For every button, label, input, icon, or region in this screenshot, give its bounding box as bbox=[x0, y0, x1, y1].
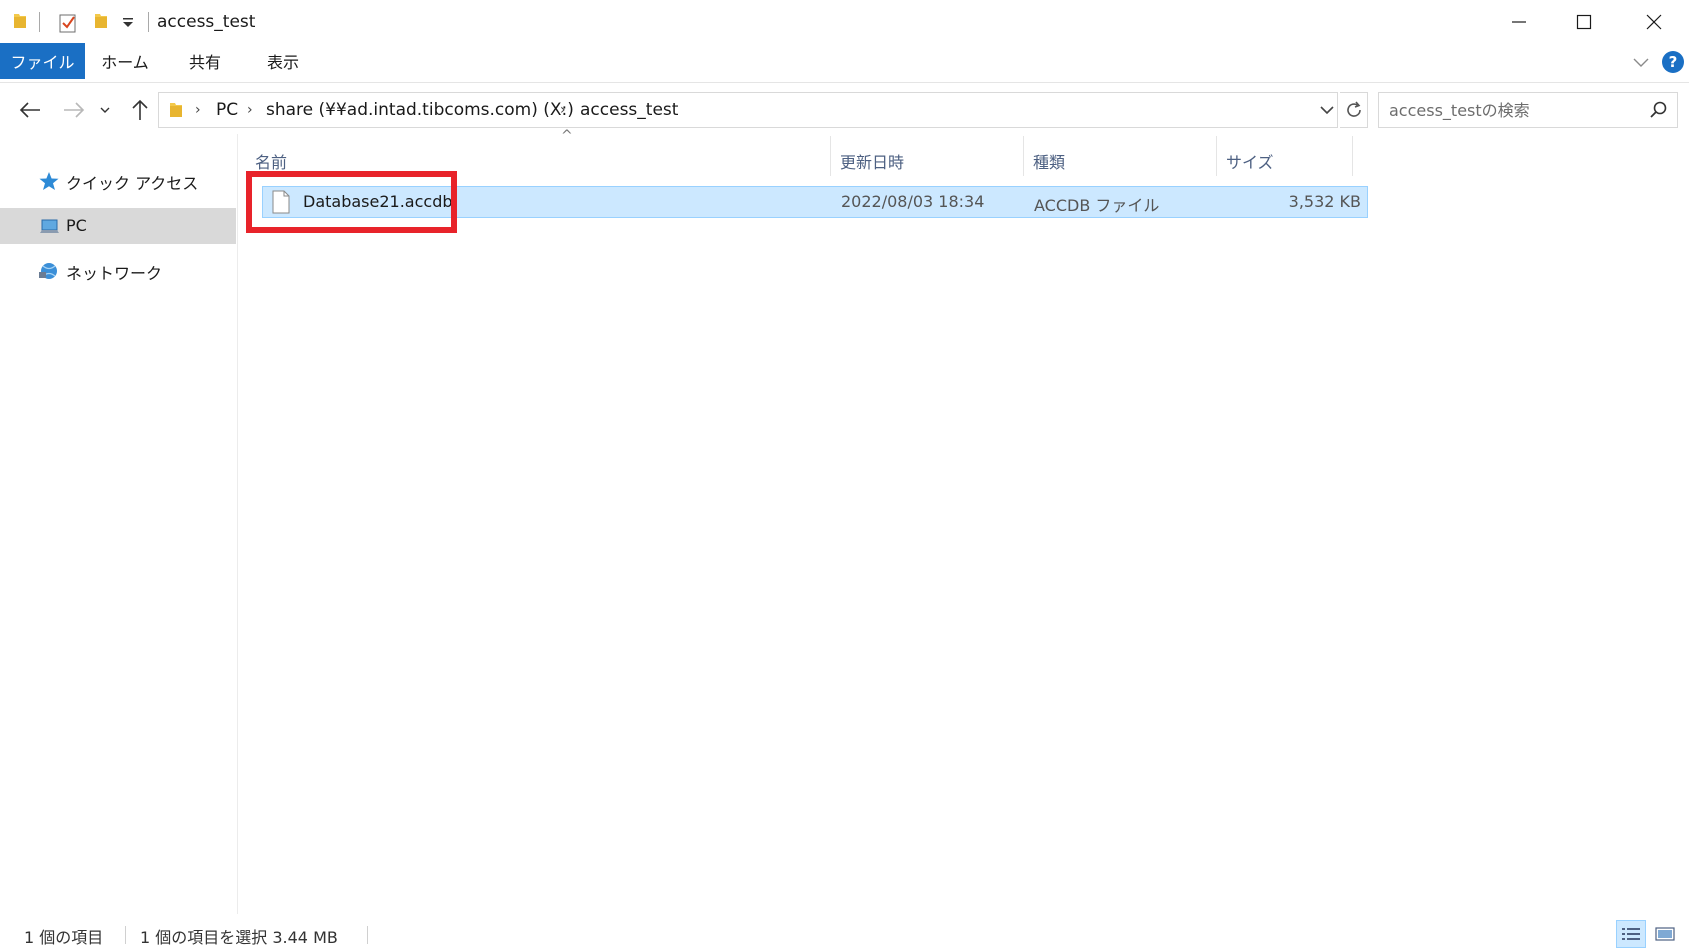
breadcrumb-access-test[interactable]: access_test bbox=[580, 100, 678, 120]
status-item-count: 1 個の項目 bbox=[24, 928, 104, 947]
properties-icon[interactable] bbox=[58, 12, 78, 34]
column-header-type[interactable]: 種類 bbox=[1033, 146, 1065, 176]
column-divider[interactable] bbox=[1023, 136, 1024, 176]
back-button[interactable] bbox=[16, 96, 44, 124]
ribbon-tabs: ファイル ホーム 共有 表示 ? bbox=[0, 43, 1689, 83]
nav-item-label: クイック アクセス bbox=[66, 174, 199, 193]
quick-access-separator bbox=[39, 12, 40, 32]
breadcrumb-share[interactable]: share (¥¥ad.intad.tibcoms.com) (X:) bbox=[266, 100, 574, 120]
help-button[interactable]: ? bbox=[1662, 51, 1684, 73]
tab-file[interactable]: ファイル bbox=[0, 43, 85, 79]
search-input[interactable] bbox=[1379, 93, 1639, 127]
nav-item-label: ネットワーク bbox=[66, 264, 163, 283]
status-selection: 1 個の項目を選択 3.44 MB bbox=[140, 928, 338, 947]
tab-view[interactable]: 表示 bbox=[250, 43, 316, 79]
network-icon bbox=[39, 263, 57, 279]
title-bar: access_test bbox=[0, 0, 1689, 43]
pc-icon bbox=[40, 219, 59, 233]
annotation-highlight-box bbox=[246, 171, 457, 233]
status-separator bbox=[125, 926, 126, 944]
navigation-bar: › PC › share (¥¥ad.intad.tibcoms.com) (X… bbox=[0, 84, 1689, 134]
folder-icon[interactable] bbox=[13, 12, 27, 30]
column-divider[interactable] bbox=[1352, 136, 1353, 176]
window-title: access_test bbox=[157, 12, 256, 32]
tab-share[interactable]: 共有 bbox=[172, 43, 238, 79]
address-bar[interactable]: › PC › share (¥¥ad.intad.tibcoms.com) (X… bbox=[158, 92, 1338, 128]
arrow-left-icon bbox=[19, 102, 40, 118]
up-button[interactable] bbox=[126, 96, 154, 124]
navigation-pane: クイック アクセス PC ネットワーク bbox=[0, 134, 238, 914]
refresh-icon bbox=[1346, 101, 1361, 117]
search-box bbox=[1378, 92, 1678, 128]
refresh-button[interactable] bbox=[1340, 92, 1368, 128]
column-divider[interactable] bbox=[830, 136, 831, 176]
minimize-icon bbox=[1512, 20, 1526, 23]
column-header-size[interactable]: サイズ bbox=[1226, 146, 1274, 176]
details-view-button[interactable] bbox=[1616, 920, 1646, 948]
nav-item-label: PC bbox=[66, 216, 87, 235]
title-separator bbox=[148, 12, 149, 32]
chevron-down-icon[interactable] bbox=[1316, 99, 1338, 121]
file-modified: 2022/08/03 18:34 bbox=[841, 192, 985, 211]
file-type: ACCDB ファイル bbox=[1034, 196, 1160, 215]
breadcrumb-chevron-icon[interactable]: › bbox=[247, 102, 253, 118]
customize-quick-access-icon[interactable] bbox=[121, 13, 135, 31]
file-list: ^ 名前 更新日時 種類 サイズ Database21.accdb 2022/0… bbox=[239, 128, 1689, 914]
maximize-button[interactable] bbox=[1549, 0, 1619, 43]
search-icon[interactable] bbox=[1649, 100, 1669, 120]
nav-item-quick-access[interactable]: クイック アクセス bbox=[0, 162, 236, 198]
arrow-up-icon bbox=[132, 99, 148, 120]
close-button[interactable] bbox=[1619, 0, 1689, 43]
details-view-icon bbox=[1622, 928, 1640, 940]
folder-icon bbox=[170, 103, 182, 117]
column-divider[interactable] bbox=[1216, 136, 1217, 176]
breadcrumb-chevron-icon[interactable]: › bbox=[560, 102, 566, 118]
recent-locations-button[interactable] bbox=[96, 96, 114, 124]
breadcrumb-pc[interactable]: PC bbox=[216, 100, 238, 120]
maximize-icon bbox=[1576, 14, 1592, 29]
large-icons-view-icon bbox=[1655, 927, 1675, 941]
breadcrumb-chevron-icon[interactable]: › bbox=[195, 102, 201, 118]
tab-home[interactable]: ホーム bbox=[92, 43, 158, 79]
star-icon bbox=[39, 172, 59, 190]
sort-ascending-icon: ^ bbox=[561, 128, 573, 144]
arrow-right-icon bbox=[64, 102, 85, 118]
column-header-modified[interactable]: 更新日時 bbox=[840, 146, 904, 176]
chevron-down-icon bbox=[100, 107, 110, 113]
large-icons-view-button[interactable] bbox=[1650, 920, 1680, 948]
status-separator bbox=[367, 926, 368, 944]
nav-item-network[interactable]: ネットワーク bbox=[0, 252, 236, 288]
minimize-button[interactable] bbox=[1484, 0, 1554, 43]
status-bar: 1 個の項目 1 個の項目を選択 3.44 MB bbox=[0, 914, 1689, 952]
nav-item-pc[interactable]: PC bbox=[0, 208, 236, 244]
forward-button[interactable] bbox=[60, 96, 88, 124]
close-icon bbox=[1646, 14, 1662, 29]
new-folder-icon[interactable] bbox=[94, 12, 108, 30]
chevron-down-icon[interactable] bbox=[1630, 51, 1652, 73]
file-size: 3,532 KB bbox=[1288, 192, 1361, 211]
